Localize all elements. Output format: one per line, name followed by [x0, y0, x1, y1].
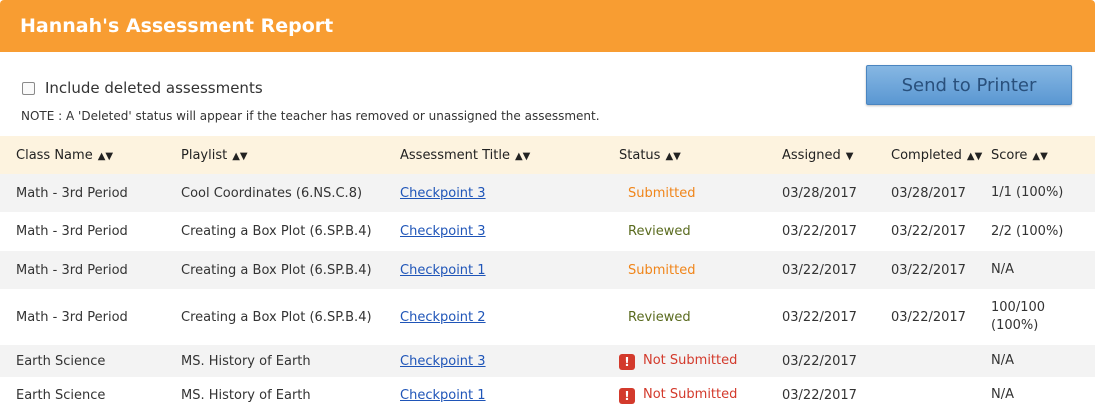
playlist-cell: MS. History of Earth — [181, 387, 311, 403]
sort-both-icon[interactable]: ▲▼ — [232, 151, 247, 162]
assessment-link[interactable]: Checkpoint 3 — [400, 224, 486, 239]
playlist-cell: MS. History of Earth — [181, 353, 311, 369]
score-cell: N/A — [991, 387, 1014, 402]
completed-cell: 03/22/2017 — [891, 262, 966, 278]
sort-both-icon[interactable]: ▲▼ — [665, 151, 680, 162]
status-cell: ! Not Submitted — [603, 345, 766, 377]
exclamation-icon: ! — [619, 387, 635, 404]
assigned-cell: 03/22/2017 — [782, 262, 857, 278]
status-cell: Submitted — [628, 262, 696, 278]
playlist-cell: Cool Coordinates (6.NS.C.8) — [181, 185, 363, 201]
assessment-link[interactable]: Checkpoint 1 — [400, 388, 486, 403]
col-completed[interactable]: Completed ▲▼ — [875, 136, 983, 174]
send-to-printer-button[interactable]: Send to Printer — [866, 65, 1072, 105]
table-row: Earth Science MS. History of Earth Check… — [0, 345, 1095, 377]
status-cell: Reviewed — [628, 224, 691, 239]
status-cell: Submitted — [628, 185, 696, 201]
report-controls: Include deleted assessments NOTE : A 'De… — [0, 52, 1095, 136]
page-title: Hannah's Assessment Report — [20, 15, 334, 37]
col-status[interactable]: Status ▲▼ — [603, 136, 766, 174]
assigned-cell: 03/22/2017 — [782, 309, 857, 325]
table-row: Math - 3rd Period Creating a Box Plot (6… — [0, 289, 1095, 345]
sort-both-icon[interactable]: ▲▼ — [98, 151, 113, 162]
score-cell: N/A — [991, 353, 1014, 368]
col-playlist[interactable]: Playlist ▲▼ — [165, 136, 384, 174]
include-deleted-label[interactable]: Include deleted assessments — [45, 79, 263, 97]
score-cell: 1/1 (100%) — [991, 185, 1064, 200]
completed-cell: 03/28/2017 — [891, 185, 966, 201]
playlist-cell: Creating a Box Plot (6.SP.B.4) — [181, 262, 372, 278]
assessment-link[interactable]: Checkpoint 1 — [400, 263, 486, 278]
include-deleted-toggle[interactable]: Include deleted assessments — [22, 79, 263, 97]
assigned-cell: 03/22/2017 — [782, 353, 857, 369]
class-name-cell: Earth Science — [16, 353, 106, 369]
sort-both-icon[interactable]: ▲▼ — [1032, 151, 1047, 162]
assessment-link[interactable]: Checkpoint 3 — [400, 186, 486, 201]
status-cell: ! Not Submitted — [603, 377, 766, 413]
completed-cell: 03/22/2017 — [891, 309, 966, 325]
table-row: Math - 3rd Period Cool Coordinates (6.NS… — [0, 174, 1095, 212]
class-name-cell: Math - 3rd Period — [16, 309, 128, 325]
col-assigned[interactable]: Assigned ▼ — [766, 136, 875, 174]
table-row: Math - 3rd Period Creating a Box Plot (6… — [0, 212, 1095, 251]
table-row: Earth Science MS. History of Earth Check… — [0, 377, 1095, 413]
deleted-status-note: NOTE : A 'Deleted' status will appear if… — [21, 109, 600, 123]
table-header-row: Class Name ▲▼ Playlist ▲▼ Assessment Title… — [0, 136, 1095, 174]
score-cell: 2/2 (100%) — [991, 223, 1064, 239]
class-name-cell: Earth Science — [16, 387, 106, 403]
assessment-link[interactable]: Checkpoint 2 — [400, 310, 486, 325]
status-cell: Reviewed — [628, 309, 691, 325]
include-deleted-checkbox[interactable] — [22, 81, 35, 95]
playlist-cell: Creating a Box Plot (6.SP.B.4) — [181, 309, 372, 325]
sort-desc-icon[interactable]: ▼ — [846, 151, 854, 162]
exclamation-icon: ! — [619, 353, 635, 370]
class-name-cell: Math - 3rd Period — [16, 262, 128, 278]
status-text: Not Submitted — [643, 352, 738, 368]
assessment-link[interactable]: Checkpoint 3 — [400, 354, 486, 369]
col-assessment-title[interactable]: Assessment Title ▲▼ — [384, 136, 603, 174]
completed-cell — [875, 377, 983, 413]
status-text: Not Submitted — [643, 386, 738, 402]
score-cell: N/A — [991, 262, 1014, 277]
report-header: Hannah's Assessment Report — [0, 0, 1095, 52]
assigned-cell: 03/22/2017 — [782, 387, 857, 403]
class-name-cell: Math - 3rd Period — [16, 224, 128, 239]
sort-both-icon[interactable]: ▲▼ — [967, 151, 982, 162]
score-cell: 100/100 (100%) — [991, 300, 1046, 333]
col-score[interactable]: Score ▲▼ — [983, 136, 1095, 174]
completed-cell: 03/22/2017 — [891, 224, 966, 239]
assigned-cell: 03/28/2017 — [782, 185, 857, 201]
col-class-name[interactable]: Class Name ▲▼ — [0, 136, 165, 174]
class-name-cell: Math - 3rd Period — [16, 185, 128, 201]
assigned-cell: 03/22/2017 — [782, 224, 857, 239]
table-row: Math - 3rd Period Creating a Box Plot (6… — [0, 251, 1095, 289]
completed-cell — [875, 345, 983, 377]
playlist-cell: Creating a Box Plot (6.SP.B.4) — [181, 224, 372, 239]
assessment-table: Class Name ▲▼ Playlist ▲▼ Assessment Title… — [0, 136, 1095, 413]
sort-both-icon[interactable]: ▲▼ — [515, 151, 530, 162]
